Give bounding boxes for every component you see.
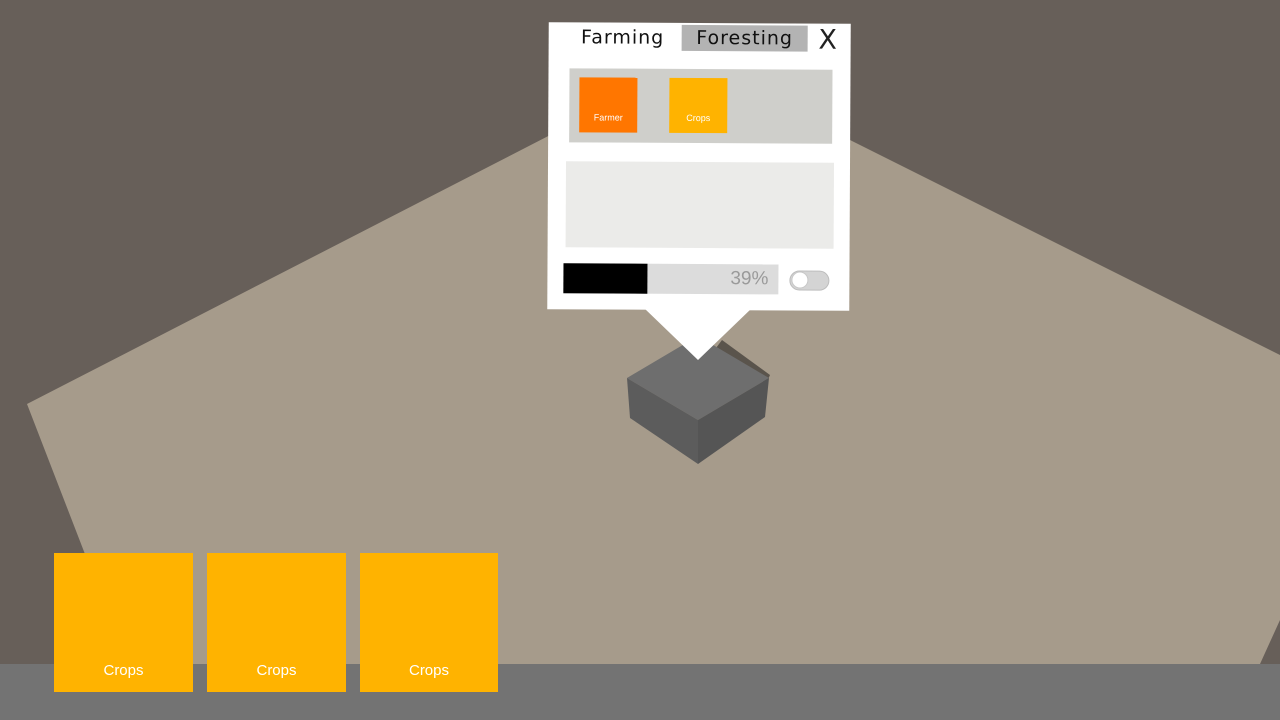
hotbar-slot-label: Crops [103,662,144,679]
crops-tile-label: Crops [686,112,711,124]
tab-foresting[interactable]: Foresting [681,24,808,52]
hotbar-slot-label: Crops [256,662,297,679]
hotbar-slot-label: Crops [408,662,449,679]
progress-fill [563,263,648,294]
hotbar-slot-crops-3[interactable]: Crops [360,553,498,692]
crops-tile[interactable]: Crops [669,77,728,134]
hotbar-slot-crops-1[interactable]: Crops [54,553,193,692]
farmer-tile-label: Farmer [593,112,623,123]
tab-farming[interactable]: Farming [562,24,683,51]
hotbar-slot-crops-2[interactable]: Crops [207,553,346,692]
game-scene: Farming Foresting X Farmer Crops 39% Cro… [0,0,1280,720]
progress-label: 39% [730,268,769,290]
info-panel [565,161,835,249]
progress-bar: 39% [563,263,779,295]
popup-pointer [644,308,752,360]
farmer-tile[interactable]: Farmer [579,77,638,133]
building-popup: Farming Foresting X Farmer Crops 39% [547,22,851,311]
items-panel: Farmer Crops [569,68,833,144]
close-button[interactable]: X [813,25,843,56]
toggle-switch[interactable] [789,270,830,291]
toggle-knob [791,271,809,289]
